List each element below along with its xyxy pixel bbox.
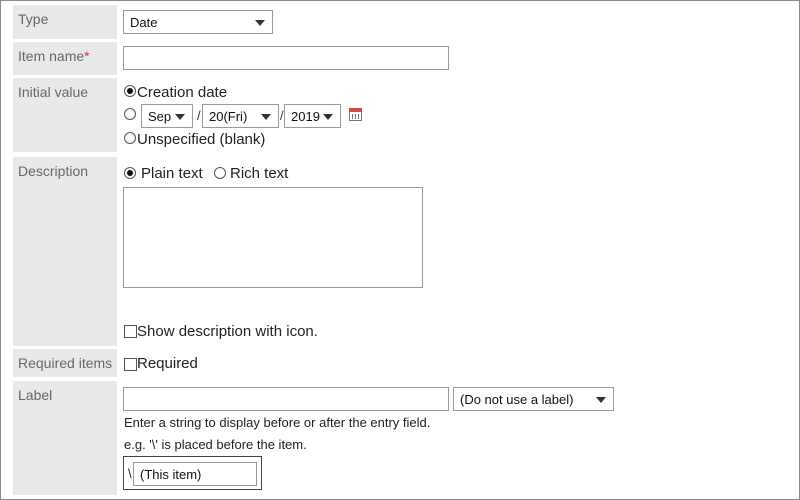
item-name-input[interactable] xyxy=(123,46,449,70)
required-checkbox-label: Required xyxy=(137,355,198,372)
description-value: Plain text Rich text Show description wi… xyxy=(123,157,797,346)
type-value: Date xyxy=(123,5,797,39)
chevron-down-icon xyxy=(255,20,265,26)
day-value: 20(Fri) xyxy=(209,109,248,124)
chevron-down-icon xyxy=(323,114,333,120)
required-items-label: Required items xyxy=(13,349,117,377)
preview-item: (This item) xyxy=(133,462,257,486)
description-label: Description xyxy=(13,157,117,346)
label-row-value: (Do not use a label) Enter a string to d… xyxy=(123,381,797,495)
year-value: 2019 xyxy=(291,109,320,124)
unspecified-label: Unspecified (blank) xyxy=(137,131,266,148)
plain-text-radio[interactable] xyxy=(124,167,136,179)
label-row-label: Label xyxy=(13,381,117,495)
label-hint: Enter a string to display before or afte… xyxy=(124,415,431,430)
creation-date-radio[interactable] xyxy=(124,85,136,97)
initial-value-value: Creation date Sep / 20(Fri) / 2019 Unspe… xyxy=(123,78,797,152)
row-item-name: Item name* xyxy=(13,42,797,75)
label-position-value: (Do not use a label) xyxy=(460,392,574,407)
item-name-label: Item name* xyxy=(13,42,117,75)
required-star: * xyxy=(84,48,90,64)
month-select[interactable]: Sep xyxy=(141,104,193,128)
row-required-items: Required items Required xyxy=(13,349,797,377)
row-description: Description Plain text Rich text Show de… xyxy=(13,157,797,346)
show-icon-label: Show description with icon. xyxy=(137,323,318,340)
rich-text-radio[interactable] xyxy=(214,167,226,179)
required-checkbox[interactable] xyxy=(124,358,137,371)
year-select[interactable]: 2019 xyxy=(284,104,341,128)
type-select-value: Date xyxy=(130,15,158,30)
label-example: e.g. '\' is placed before the item. xyxy=(124,437,307,452)
unspecified-radio[interactable] xyxy=(124,132,136,144)
label-preview: \ (This item) xyxy=(123,456,262,490)
type-label: Type xyxy=(13,5,117,39)
calendar-icon[interactable] xyxy=(349,108,362,121)
date-separator: / xyxy=(197,108,201,123)
row-label: Label (Do not use a label) Enter a strin… xyxy=(13,381,797,495)
form-frame: Type Date Item name* Initial value Creat… xyxy=(0,0,800,500)
specific-date-radio[interactable] xyxy=(124,108,136,120)
show-icon-checkbox[interactable] xyxy=(124,325,137,338)
chevron-down-icon xyxy=(175,114,185,120)
preview-prefix: \ xyxy=(128,466,132,481)
chevron-down-icon xyxy=(261,114,271,120)
rich-text-label: Rich text xyxy=(230,165,289,182)
row-initial-value: Initial value Creation date Sep / 20(Fri… xyxy=(13,78,797,152)
type-select[interactable]: Date xyxy=(123,10,273,34)
initial-value-label: Initial value xyxy=(13,78,117,152)
chevron-down-icon xyxy=(596,397,606,403)
label-string-input[interactable] xyxy=(123,387,449,411)
creation-date-label: Creation date xyxy=(137,84,228,101)
label-position-select[interactable]: (Do not use a label) xyxy=(453,387,614,411)
day-select[interactable]: 20(Fri) xyxy=(202,104,279,128)
row-type: Type Date xyxy=(13,5,797,39)
description-textarea[interactable] xyxy=(123,187,423,288)
required-items-value: Required xyxy=(123,349,797,377)
item-name-value xyxy=(123,42,797,75)
plain-text-label: Plain text xyxy=(141,165,203,182)
month-value: Sep xyxy=(148,109,172,124)
